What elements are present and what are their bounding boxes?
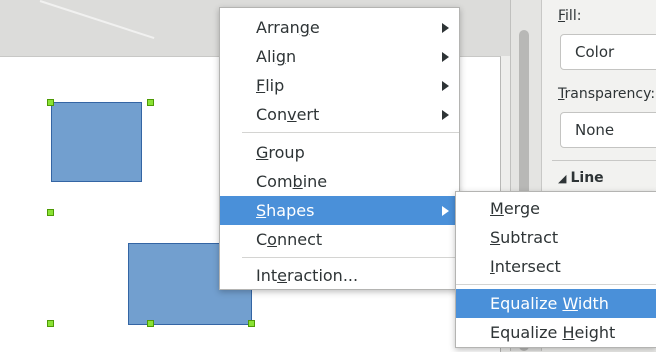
selection-handle-top-left[interactable]	[47, 99, 54, 106]
context-menu: Arrange Align Flip Convert Group Combine…	[219, 7, 460, 290]
menu-item-align[interactable]: Align	[220, 42, 459, 71]
submenu-separator	[456, 284, 656, 285]
submenu-item-subtract[interactable]: Subtract	[456, 223, 656, 252]
submenu-item-intersect[interactable]: Intersect	[456, 252, 656, 281]
fill-dropdown[interactable]: Color	[560, 34, 656, 70]
collapse-triangle-icon: ◢	[558, 172, 567, 185]
menu-item-shapes[interactable]: Shapes	[220, 196, 459, 225]
menu-item-flip[interactable]: Flip	[220, 71, 459, 100]
submenu-arrow-icon	[442, 110, 449, 120]
shapes-submenu: Merge Subtract Intersect Equalize Width …	[455, 191, 656, 348]
selection-handle-bottom-middle[interactable]	[147, 320, 154, 327]
menu-item-interaction[interactable]: Interaction...	[220, 263, 459, 289]
submenu-item-equalize-width[interactable]: Equalize Width	[456, 289, 656, 318]
selection-handle-middle-left[interactable]	[47, 209, 54, 216]
selection-handle-bottom-right[interactable]	[248, 320, 255, 327]
transparency-label: Transparency:	[558, 86, 656, 102]
menu-item-convert[interactable]: Convert	[220, 100, 459, 129]
submenu-arrow-icon	[442, 206, 449, 216]
submenu-arrow-icon	[442, 52, 449, 62]
menu-item-arrange[interactable]: Arrange	[220, 13, 459, 42]
menu-separator	[242, 132, 459, 133]
rectangle-shape-1[interactable]	[51, 102, 142, 182]
menu-item-combine[interactable]: Combine	[220, 167, 459, 196]
submenu-item-merge[interactable]: Merge	[456, 194, 656, 223]
line-section-header[interactable]: ◢ Line	[558, 170, 604, 186]
transparency-dropdown[interactable]: None	[560, 112, 656, 148]
submenu-item-equalize-height[interactable]: Equalize Height	[456, 318, 656, 347]
fill-label: Fill:	[558, 8, 582, 24]
selection-handle-top-middle[interactable]	[147, 99, 154, 106]
menu-item-group[interactable]: Group	[220, 138, 459, 167]
submenu-arrow-icon	[442, 23, 449, 33]
selection-handle-bottom-left[interactable]	[47, 320, 54, 327]
sidebar-divider	[552, 160, 656, 161]
submenu-arrow-icon	[442, 81, 449, 91]
menu-separator	[242, 257, 459, 258]
menu-item-connect[interactable]: Connect	[220, 225, 459, 254]
